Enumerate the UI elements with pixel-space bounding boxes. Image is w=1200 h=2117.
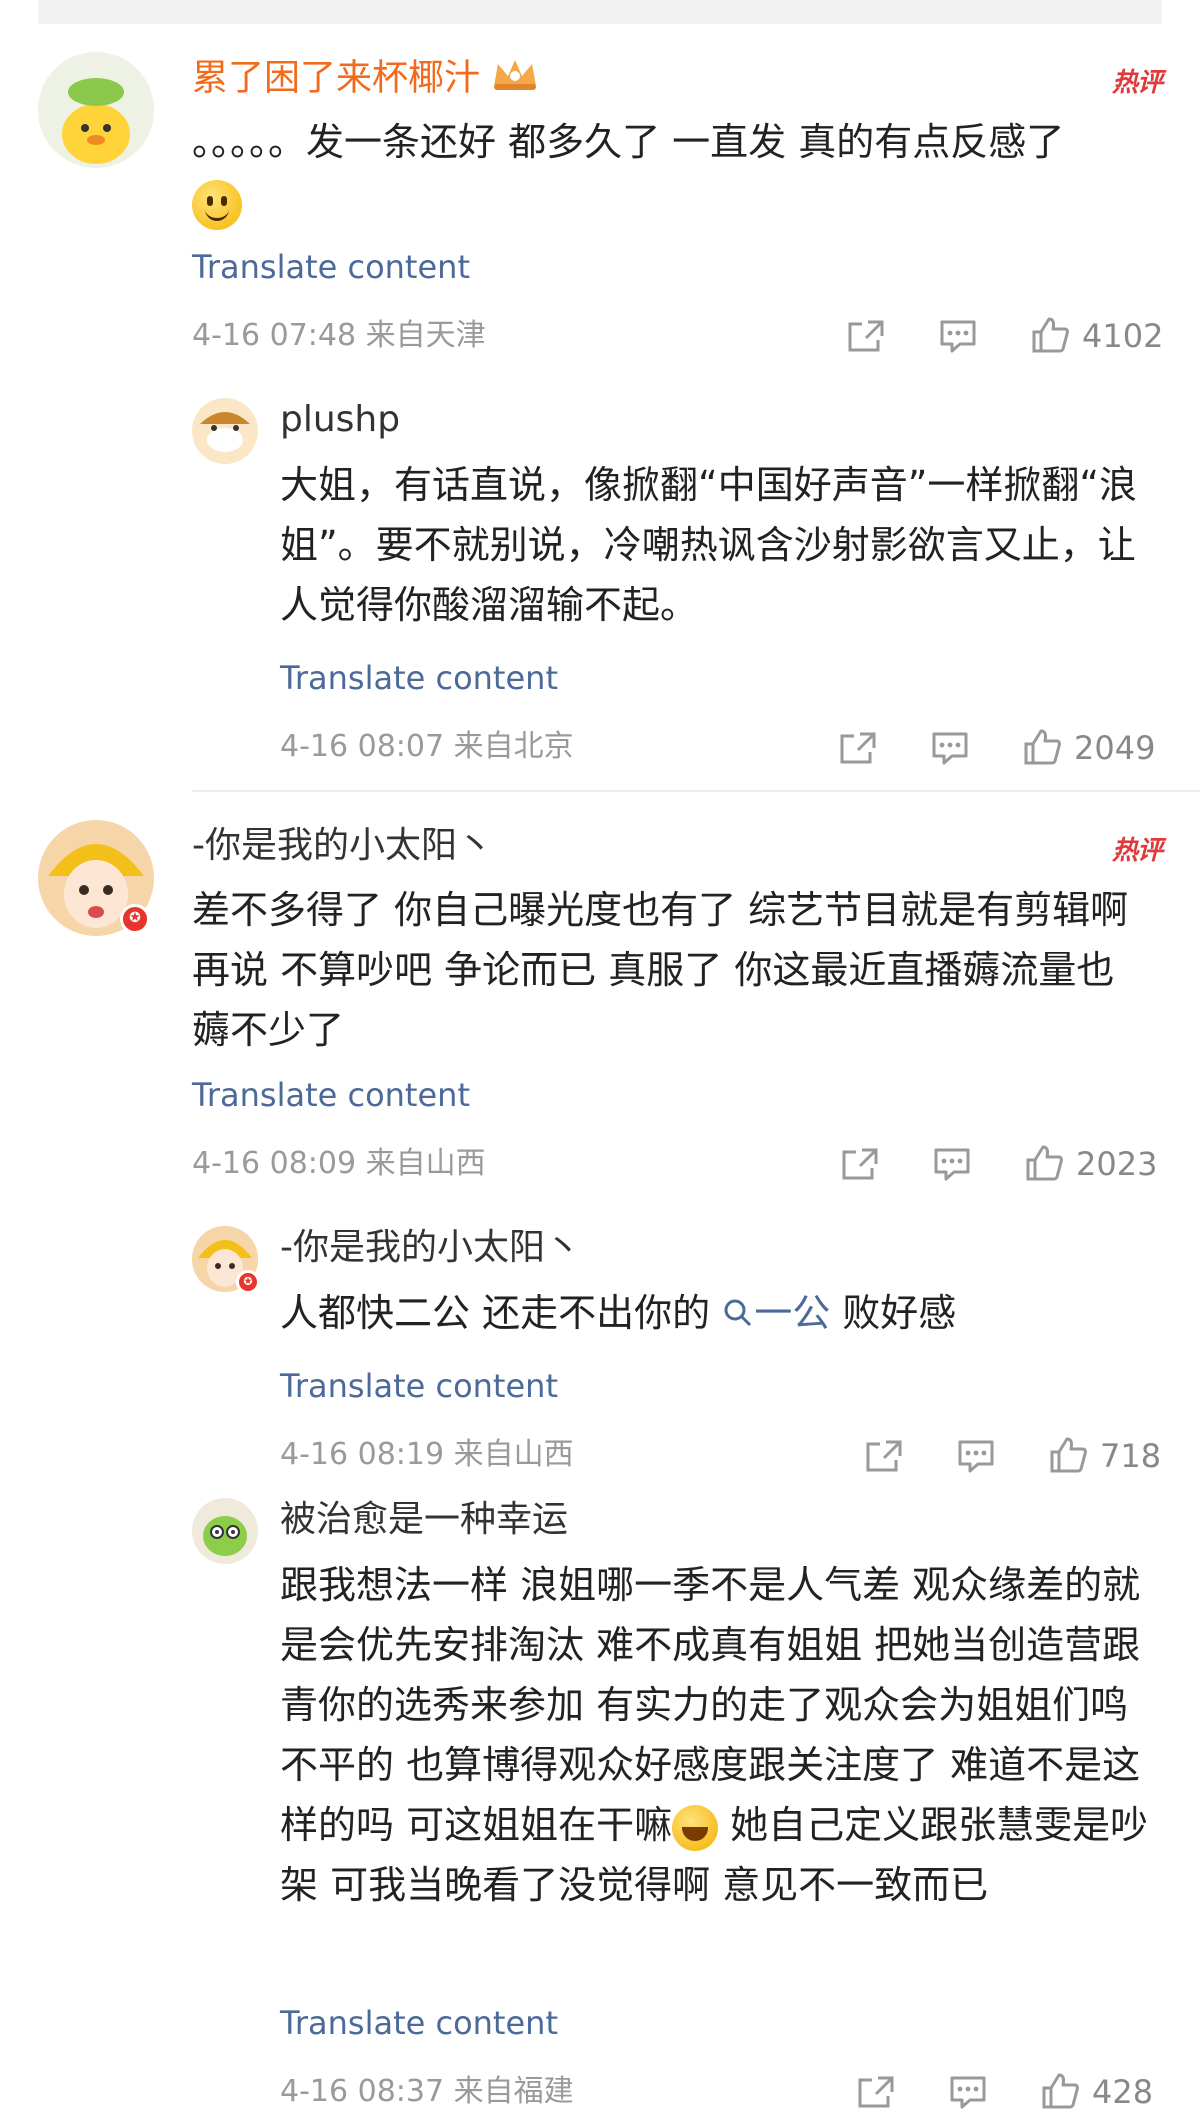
- share-icon[interactable]: [838, 730, 878, 770]
- share-icon[interactable]: [864, 1438, 904, 1478]
- comment-icon[interactable]: [948, 2074, 988, 2114]
- like-count: 428: [1092, 2073, 1154, 2111]
- comment-icon[interactable]: [932, 1146, 972, 1186]
- reply-text: 跟我想法一样 浪姐哪一季不是人气差 观众缘差的就是会优先安排淘汰 难不成真有姐姐…: [280, 1563, 1149, 1907]
- reply-meta: 4-16 08:37 来自福建: [280, 2074, 574, 2109]
- reply-text: 大姐，有话直说，像掀翻“中国好声音”一样掀翻“浪姐”。要不就别说，冷嘲热讽含沙射…: [280, 463, 1138, 627]
- verified-badge-icon: ✪: [236, 1270, 260, 1294]
- reply-meta: 4-16 08:07 来自北京: [280, 729, 574, 764]
- share-icon[interactable]: [846, 318, 886, 358]
- username[interactable]: -你是我的小太阳丶: [192, 824, 493, 868]
- reply-username[interactable]: -你是我的小太阳丶: [280, 1226, 581, 1270]
- comment-icon[interactable]: [956, 1438, 996, 1478]
- translate-link[interactable]: Translate content: [280, 1366, 558, 1406]
- like-icon[interactable]: [1030, 316, 1070, 358]
- reply-avatar[interactable]: [192, 398, 258, 464]
- reply-meta: 4-16 08:19 来自山西: [280, 1437, 574, 1472]
- translate-link[interactable]: Translate content: [192, 1075, 470, 1115]
- like-icon[interactable]: [1048, 1436, 1088, 1478]
- reply-username[interactable]: plushp: [280, 398, 400, 442]
- share-icon[interactable]: [856, 2074, 896, 2114]
- comment-meta: 4-16 07:48 来自天津: [192, 318, 486, 353]
- translate-link[interactable]: Translate content: [192, 247, 470, 287]
- share-icon[interactable]: [840, 1146, 880, 1186]
- like-icon[interactable]: [1024, 1144, 1064, 1186]
- comment-text: 。。。。。发一条还好 都多久了 一直发 真的有点反感了: [192, 112, 1152, 232]
- comment-icon[interactable]: [938, 318, 978, 358]
- translate-link[interactable]: Translate content: [280, 658, 558, 698]
- verified-badge-icon: ✪: [120, 904, 150, 934]
- comment-divider: [192, 790, 1200, 792]
- like-count: 2023: [1076, 1145, 1158, 1183]
- smile-emoji-icon: [192, 179, 242, 230]
- hot-comment-badge: 热评: [1111, 836, 1163, 866]
- like-count: 718: [1100, 1437, 1162, 1475]
- like-count: 4102: [1082, 317, 1164, 355]
- vip-crown-icon: [490, 56, 540, 103]
- comment-meta: 4-16 08:09 来自山西: [192, 1146, 486, 1181]
- comment-icon[interactable]: [930, 730, 970, 770]
- reply-username[interactable]: 被治愈是一种幸运: [280, 1498, 568, 1542]
- avatar[interactable]: [38, 52, 154, 168]
- comment-text: 差不多得了 你自己曝光度也有了 综艺节目就是有剪辑啊 再说 不算吵吧 争论而已 …: [192, 888, 1129, 1052]
- reply-text: 人都快二公 还走不出你的 一公 败好感: [280, 1291, 957, 1335]
- like-count: 2049: [1074, 729, 1156, 767]
- reply-avatar[interactable]: [192, 1498, 258, 1564]
- hot-comment-badge: 热评: [1111, 68, 1163, 98]
- top-divider-bar: [38, 0, 1162, 24]
- translate-link[interactable]: Translate content: [280, 2003, 558, 2043]
- laugh-cry-emoji-icon: [672, 1804, 719, 1851]
- search-icon: [710, 1291, 754, 1335]
- like-icon[interactable]: [1040, 2072, 1080, 2114]
- like-icon[interactable]: [1022, 728, 1062, 770]
- topic-link[interactable]: 一公: [710, 1291, 830, 1335]
- username[interactable]: 累了困了来杯椰汁: [192, 56, 540, 103]
